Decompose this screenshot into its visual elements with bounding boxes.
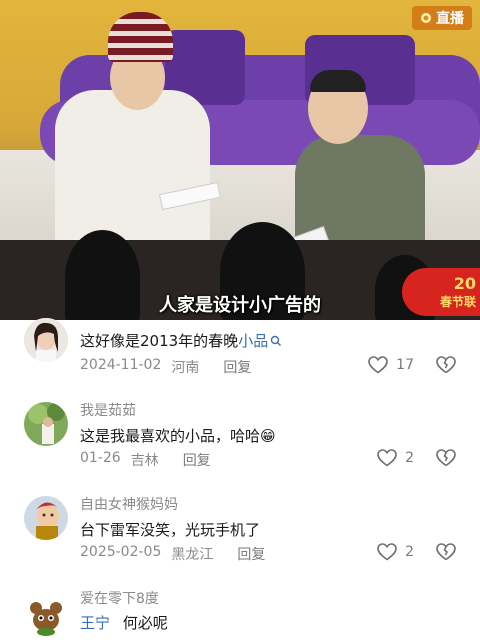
- comment-meta: 01-26 吉林 回复: [80, 450, 211, 470]
- dislike-button[interactable]: [436, 449, 456, 471]
- search-keyword-link[interactable]: 小品: [238, 332, 268, 350]
- striped-hat: [108, 12, 173, 62]
- comment-body: 台下雷军没笑，光玩手机了: [80, 521, 261, 539]
- live-label: 直播: [436, 11, 464, 27]
- comment-location: 河南: [171, 360, 200, 376]
- broken-heart-icon: [436, 449, 456, 467]
- user-avatar[interactable]: [24, 594, 68, 638]
- like-count: 17: [396, 357, 414, 373]
- like-button[interactable]: 17: [368, 356, 414, 374]
- like-count: 2: [405, 544, 414, 560]
- comment-username[interactable]: 爱在零下8度: [80, 588, 159, 608]
- dislike-button[interactable]: [436, 356, 456, 378]
- comment-username[interactable]: 我是茹茹: [80, 400, 136, 420]
- broken-heart-icon: [436, 356, 456, 374]
- comment-text: 王宁 何必呢: [80, 612, 168, 633]
- comment-username[interactable]: 自由女神猴妈妈: [80, 494, 178, 514]
- comment-location: 黑龙江: [171, 547, 214, 563]
- live-badge: 直播: [412, 6, 472, 30]
- search-icon[interactable]: [270, 335, 282, 347]
- sparkle-icon: [421, 13, 431, 23]
- avatar-image: [24, 402, 68, 446]
- comment-date: 2024-11-02: [80, 357, 162, 373]
- comment-location: 吉林: [130, 453, 159, 469]
- comment-body: 这好像是2013年的春晚: [80, 332, 239, 350]
- user-avatar[interactable]: [24, 318, 68, 362]
- heart-icon: [368, 356, 388, 374]
- reply-button[interactable]: 回复: [183, 450, 211, 470]
- comment-body: 何必呢: [122, 614, 168, 632]
- comment-text: 这好像是2013年的春晚小品: [80, 330, 282, 351]
- like-button[interactable]: 2: [377, 543, 414, 561]
- comment-meta: 2024-11-02 河南 回复: [80, 357, 251, 377]
- user-avatar[interactable]: [24, 496, 68, 540]
- comment-date: 01-26: [80, 450, 121, 466]
- dislike-button[interactable]: [436, 543, 456, 565]
- avatar-image: [24, 594, 68, 638]
- avatar-image: [24, 496, 68, 540]
- video-subtitle: 人家是设计小广告的: [159, 295, 321, 316]
- avatar-image: [24, 318, 68, 362]
- like-button[interactable]: 2: [377, 449, 414, 467]
- reply-button[interactable]: 回复: [237, 544, 265, 564]
- comment-date: 2025-02-05: [80, 544, 162, 560]
- heart-icon: [377, 449, 397, 467]
- heart-icon: [377, 543, 397, 561]
- reply-button[interactable]: 回复: [223, 357, 251, 377]
- comment-meta: 2025-02-05 黑龙江 回复: [80, 544, 265, 564]
- comment-list: 这好像是2013年的春晚小品 2024-11-02 河南 回复 17 我是茹茹 …: [0, 318, 480, 640]
- mentioned-user-link[interactable]: 王宁: [80, 614, 110, 632]
- like-count: 2: [405, 450, 414, 466]
- broken-heart-icon: [436, 543, 456, 561]
- video-player[interactable]: 直播 20 春节联 人家是设计小广告的: [0, 0, 480, 320]
- performer-hair: [310, 70, 366, 92]
- comment-body: 这是我最喜欢的小品，哈哈😁: [80, 427, 276, 445]
- user-avatar[interactable]: [24, 402, 68, 446]
